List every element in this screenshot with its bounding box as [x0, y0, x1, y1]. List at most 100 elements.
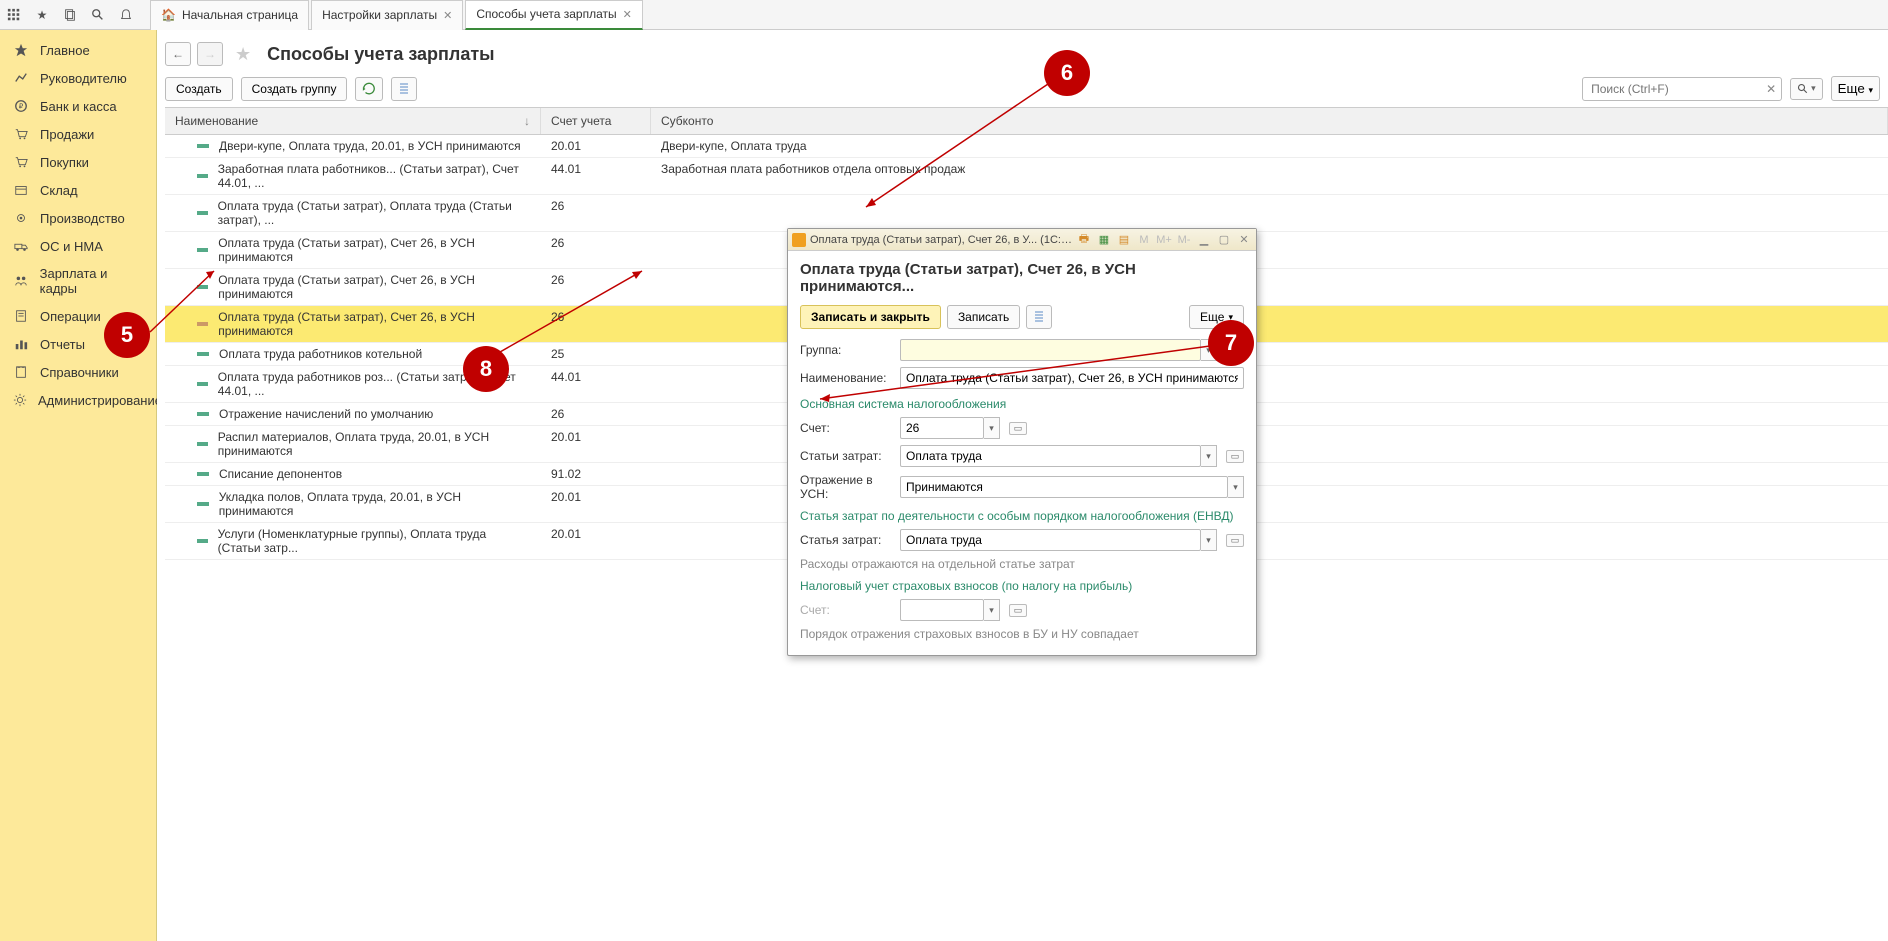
close-icon[interactable]: ✕	[623, 8, 632, 21]
row-name: Оплата труда работников котельной	[219, 347, 422, 361]
open-icon[interactable]: ▭	[1226, 534, 1244, 547]
lines-button[interactable]	[1026, 305, 1052, 329]
note-order: Порядок отражения страховых взносов в БУ…	[800, 627, 1244, 641]
calc-icon[interactable]: ▦	[1096, 232, 1112, 248]
list-button[interactable]	[391, 77, 417, 101]
svg-text:₽: ₽	[19, 103, 24, 111]
cost-input[interactable]	[900, 445, 1201, 467]
row-account: 91.02	[541, 463, 651, 485]
refresh-button[interactable]	[355, 77, 383, 101]
table-row[interactable]: Двери-купе, Оплата труда, 20.01, в УСН п…	[165, 135, 1888, 158]
row-name: Оплата труда (Статьи затрат), Оплата тру…	[218, 199, 531, 227]
row-name: Оплата труда (Статьи затрат), Счет 26, в…	[218, 273, 531, 301]
dropdown-icon[interactable]: ▾	[1201, 445, 1217, 467]
account2-label: Счет:	[800, 603, 894, 617]
search-button[interactable]: ▾	[1790, 78, 1823, 100]
sidebar-item-2[interactable]: ₽Банк и касса	[0, 92, 156, 120]
mplus-icon[interactable]: M+	[1156, 232, 1172, 248]
sidebar-item-label: Зарплата и кадры	[40, 266, 146, 296]
row-account: 44.01	[541, 366, 651, 402]
save-button[interactable]: Записать	[947, 305, 1020, 329]
sidebar-item-label: ОС и НМА	[40, 239, 103, 254]
item-icon	[197, 352, 209, 356]
item-icon	[197, 174, 208, 178]
sidebar-item-5[interactable]: Склад	[0, 176, 156, 204]
callout-5: 5	[104, 312, 150, 358]
col-account[interactable]: Счет учета	[541, 108, 651, 134]
search-icon[interactable]	[84, 1, 112, 29]
sidebar-item-1[interactable]: Руководителю	[0, 64, 156, 92]
tab-methods[interactable]: Способы учета зарплаты ✕	[465, 0, 642, 30]
sidebar: ГлавноеРуководителю₽Банк и касса Продажи П…	[0, 30, 157, 941]
sidebar-item-7[interactable]: ОС и НМА	[0, 232, 156, 260]
calendar-icon[interactable]: ▤	[1116, 232, 1132, 248]
section-tax: Налоговый учет страховых взносов (по нал…	[800, 579, 1244, 593]
note-separate-cost: Расходы отражаются на отдельной статье з…	[800, 557, 1244, 571]
search-input[interactable]	[1585, 78, 1763, 100]
apps-icon[interactable]	[0, 1, 28, 29]
open-icon[interactable]: ▭	[1009, 604, 1027, 617]
save-close-button[interactable]: Записать и закрыть	[800, 305, 941, 329]
tab-settings[interactable]: Настройки зарплаты ✕	[311, 0, 463, 30]
print-icon[interactable]: 🖶	[1076, 232, 1092, 248]
callout-8: 8	[463, 346, 509, 392]
app-icon	[792, 233, 806, 247]
usn-input[interactable]	[900, 476, 1228, 498]
maximize-icon[interactable]: ▢	[1216, 232, 1232, 248]
dialog-titlebar[interactable]: Оплата труда (Статьи затрат), Счет 26, в…	[788, 229, 1256, 251]
sidebar-item-4[interactable]: Покупки	[0, 148, 156, 176]
col-sub[interactable]: Субконто	[651, 108, 1888, 134]
sidebar-item-8[interactable]: Зарплата и кадры	[0, 260, 156, 302]
table-row[interactable]: Заработная плата работников... (Статьи з…	[165, 158, 1888, 195]
sidebar-item-label: Администрирование	[38, 393, 162, 408]
col-name[interactable]: Наименование↓	[165, 108, 541, 134]
back-button[interactable]: ←	[165, 42, 191, 66]
dropdown-icon[interactable]: ▾	[1201, 529, 1217, 551]
minimize-icon[interactable]: ▁	[1196, 232, 1212, 248]
item-icon	[197, 382, 208, 386]
clear-icon[interactable]: ✕	[1763, 82, 1779, 96]
dropdown-icon: ▾	[984, 599, 1000, 621]
favorite-icon[interactable]: ★	[235, 44, 251, 65]
bell-icon[interactable]	[112, 1, 140, 29]
section-envd: Статья затрат по деятельности с особым п…	[800, 509, 1244, 523]
copy-icon[interactable]	[56, 1, 84, 29]
chart-icon	[12, 70, 30, 86]
name-input[interactable]	[900, 367, 1244, 389]
row-account: 26	[541, 306, 651, 342]
sidebar-item-3[interactable]: Продажи	[0, 120, 156, 148]
forward-button[interactable]: →	[197, 42, 223, 66]
name-label: Наименование:	[800, 371, 894, 385]
row-sub: Двери-купе, Оплата труда	[651, 135, 1888, 157]
dialog-window-title: Оплата труда (Статьи затрат), Счет 26, в…	[810, 234, 1072, 246]
close-icon[interactable]: ✕	[443, 9, 452, 22]
close-icon[interactable]: ✕	[1236, 232, 1252, 248]
create-group-button[interactable]: Создать группу	[241, 77, 348, 101]
item-icon	[197, 322, 208, 326]
sidebar-item-6[interactable]: Производство	[0, 204, 156, 232]
sidebar-item-0[interactable]: Главное	[0, 36, 156, 64]
dropdown-icon[interactable]: ▾	[1228, 476, 1244, 498]
m-icon[interactable]: M	[1136, 232, 1152, 248]
dropdown-icon[interactable]: ▾	[984, 417, 1000, 439]
open-icon[interactable]: ▭	[1226, 450, 1244, 463]
account2-input	[900, 599, 984, 621]
section-main: Основная система налогообложения	[800, 397, 1244, 411]
row-name: Заработная плата работников... (Статьи з…	[218, 162, 531, 190]
row-name: Укладка полов, Оплата труда, 20.01, в УС…	[219, 490, 531, 518]
mminus-icon[interactable]: M-	[1176, 232, 1192, 248]
sidebar-item-label: Продажи	[40, 127, 94, 142]
sidebar-item-12[interactable]: Администрирование	[0, 386, 156, 414]
table-row[interactable]: Оплата труда (Статьи затрат), Оплата тру…	[165, 195, 1888, 232]
sidebar-item-11[interactable]: Справочники	[0, 358, 156, 386]
account-input[interactable]	[900, 417, 984, 439]
group-input[interactable]	[900, 339, 1201, 361]
open-icon[interactable]: ▭	[1009, 422, 1027, 435]
breadcrumb: ← → ★ Способы учета зарплаты	[157, 30, 1888, 70]
cost2-input[interactable]	[900, 529, 1201, 551]
star-icon[interactable]: ★	[28, 1, 56, 29]
search-field[interactable]: ✕	[1582, 77, 1782, 101]
more-button[interactable]: Еще ▾	[1831, 76, 1880, 101]
create-button[interactable]: Создать	[165, 77, 233, 101]
tab-home[interactable]: 🏠 Начальная страница	[150, 0, 309, 30]
